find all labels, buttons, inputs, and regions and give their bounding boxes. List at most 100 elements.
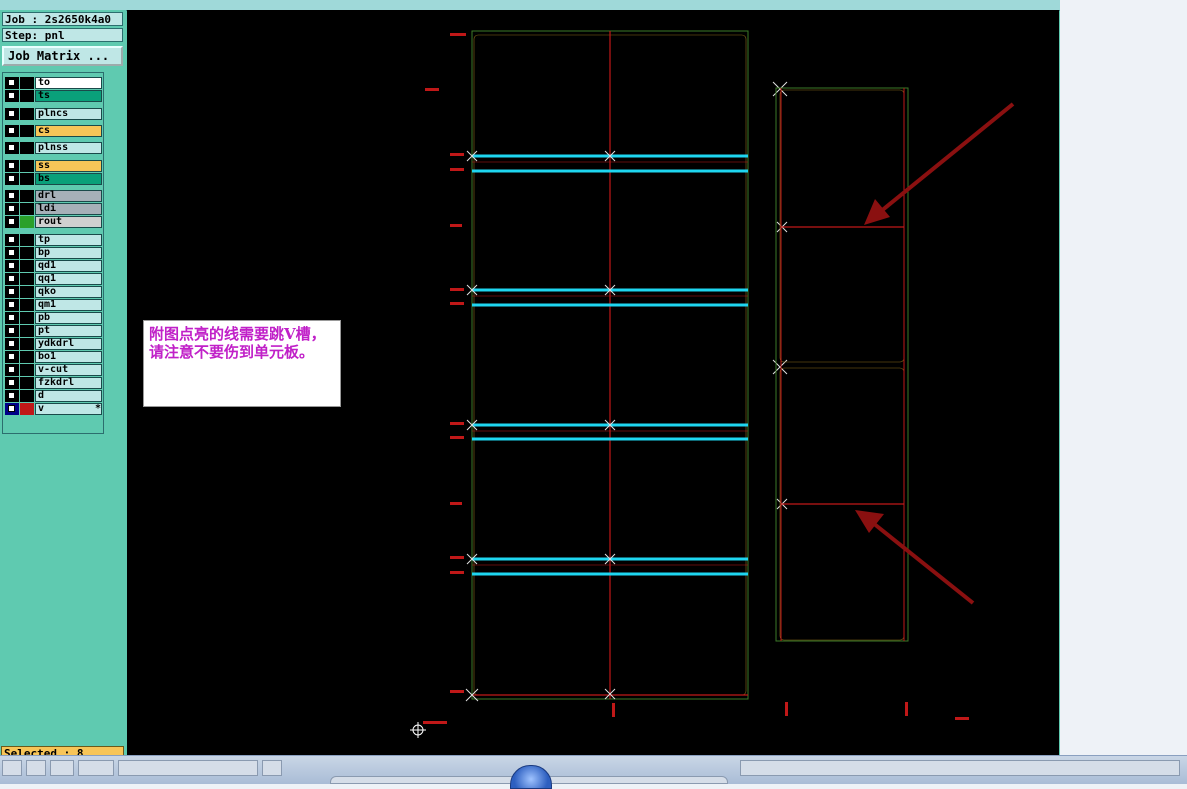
job-matrix-button[interactable]: Job Matrix ...	[2, 46, 123, 66]
layer-color-swatch[interactable]	[20, 325, 34, 337]
layer-checkbox[interactable]	[5, 338, 19, 350]
layer-row-ss[interactable]: ss	[5, 160, 102, 172]
layer-row-v-cut[interactable]: v-cut	[5, 364, 102, 376]
taskbar-button[interactable]	[78, 760, 114, 776]
layer-checkbox[interactable]	[5, 260, 19, 272]
cursor-arrow-icon[interactable]	[20, 403, 34, 415]
layer-row-pb[interactable]: pb	[5, 312, 102, 324]
layer-checkbox[interactable]	[5, 142, 19, 154]
layer-row-v[interactable]: v *	[5, 403, 102, 415]
layer-row-fzkdrl[interactable]: fzkdrl	[5, 377, 102, 389]
layer-checkbox[interactable]	[5, 108, 19, 120]
layer-checkbox[interactable]	[5, 286, 19, 298]
layer-row-drl[interactable]: drl	[5, 190, 102, 202]
taskbar-button[interactable]	[2, 760, 22, 776]
layer-row-qm1[interactable]: qm1	[5, 299, 102, 311]
layer-row-bp[interactable]: bp	[5, 247, 102, 259]
layer-row-plncs[interactable]: plncs	[5, 108, 102, 120]
layer-checkbox[interactable]	[5, 203, 19, 215]
layer-color-swatch[interactable]	[20, 273, 34, 285]
layer-row-rout[interactable]: rout	[5, 216, 102, 228]
layer-color-swatch[interactable]	[20, 364, 34, 376]
layer-name[interactable]: qd1	[35, 260, 102, 272]
layer-checkbox[interactable]	[5, 403, 19, 415]
layer-name[interactable]: qm1	[35, 299, 102, 311]
layer-row-plnss[interactable]: plnss	[5, 142, 102, 154]
layer-checkbox[interactable]	[5, 173, 19, 185]
layer-name[interactable]: ldi	[35, 203, 102, 215]
layer-name[interactable]: pb	[35, 312, 102, 324]
layer-color-swatch[interactable]	[20, 234, 34, 246]
layer-color-swatch[interactable]	[20, 125, 34, 137]
layer-name[interactable]: ydkdrl	[35, 338, 102, 350]
layer-color-swatch[interactable]	[20, 377, 34, 389]
layer-color-swatch[interactable]	[20, 312, 34, 324]
layer-name[interactable]: plnss	[35, 142, 102, 154]
layer-name[interactable]: plncs	[35, 108, 102, 120]
layer-name[interactable]: tp	[35, 234, 102, 246]
layer-name[interactable]: bp	[35, 247, 102, 259]
layer-color-swatch[interactable]	[20, 108, 34, 120]
layer-row-bs[interactable]: bs	[5, 173, 102, 185]
graphics-canvas[interactable]: 附图点亮的线需要跳V槽，请注意不要伤到单元板。	[127, 10, 1059, 755]
layer-row-cs[interactable]: cs	[5, 125, 102, 137]
layer-row-to[interactable]: to	[5, 77, 102, 89]
layer-color-swatch[interactable]	[20, 286, 34, 298]
layer-checkbox[interactable]	[5, 190, 19, 202]
layer-row-d[interactable]: d	[5, 390, 102, 402]
layer-checkbox[interactable]	[5, 234, 19, 246]
layer-checkbox[interactable]	[5, 377, 19, 389]
layer-name[interactable]: to	[35, 77, 102, 89]
layer-color-swatch[interactable]	[20, 77, 34, 89]
layer-color-swatch[interactable]	[20, 338, 34, 350]
layer-name[interactable]: d	[35, 390, 102, 402]
layer-color-swatch[interactable]	[20, 216, 34, 228]
layer-checkbox[interactable]	[5, 216, 19, 228]
layer-checkbox[interactable]	[5, 299, 19, 311]
layer-checkbox[interactable]	[5, 351, 19, 363]
layer-name[interactable]: v	[35, 403, 102, 415]
layer-name[interactable]: pt	[35, 325, 102, 337]
layer-row-qq1[interactable]: qq1	[5, 273, 102, 285]
layer-checkbox[interactable]	[5, 312, 19, 324]
layer-row-qko[interactable]: qko	[5, 286, 102, 298]
layer-name[interactable]: rout	[35, 216, 102, 228]
layer-checkbox[interactable]	[5, 364, 19, 376]
layer-color-swatch[interactable]	[20, 299, 34, 311]
layer-name[interactable]: v-cut	[35, 364, 102, 376]
layer-color-swatch[interactable]	[20, 203, 34, 215]
layer-name[interactable]: bo1	[35, 351, 102, 363]
layer-color-swatch[interactable]	[20, 247, 34, 259]
layer-name[interactable]: fzkdrl	[35, 377, 102, 389]
layer-color-swatch[interactable]	[20, 260, 34, 272]
layer-row-pt[interactable]: pt	[5, 325, 102, 337]
layer-row-ts[interactable]: ts	[5, 90, 102, 102]
layer-name[interactable]: ts	[35, 90, 102, 102]
layer-color-swatch[interactable]	[20, 160, 34, 172]
layer-checkbox[interactable]	[5, 390, 19, 402]
layer-checkbox[interactable]	[5, 90, 19, 102]
layer-name[interactable]: drl	[35, 190, 102, 202]
layer-color-swatch[interactable]	[20, 390, 34, 402]
layer-name[interactable]: qq1	[35, 273, 102, 285]
taskbar-button[interactable]	[50, 760, 74, 776]
layer-checkbox[interactable]	[5, 325, 19, 337]
layer-checkbox[interactable]	[5, 125, 19, 137]
layer-color-swatch[interactable]	[20, 351, 34, 363]
layer-color-swatch[interactable]	[20, 142, 34, 154]
layer-name[interactable]: qko	[35, 286, 102, 298]
layer-row-tp[interactable]: tp	[5, 234, 102, 246]
layer-color-swatch[interactable]	[20, 90, 34, 102]
layer-checkbox[interactable]	[5, 247, 19, 259]
layer-row-ydkdrl[interactable]: ydkdrl	[5, 338, 102, 350]
layer-checkbox[interactable]	[5, 273, 19, 285]
layer-checkbox[interactable]	[5, 77, 19, 89]
layer-row-bo1[interactable]: bo1	[5, 351, 102, 363]
layer-color-swatch[interactable]	[20, 190, 34, 202]
layer-color-swatch[interactable]	[20, 173, 34, 185]
layer-name[interactable]: cs	[35, 125, 102, 137]
layer-row-ldi[interactable]: ldi	[5, 203, 102, 215]
layer-row-qd1[interactable]: qd1	[5, 260, 102, 272]
taskbar-field[interactable]	[118, 760, 258, 776]
layer-name[interactable]: bs	[35, 173, 102, 185]
